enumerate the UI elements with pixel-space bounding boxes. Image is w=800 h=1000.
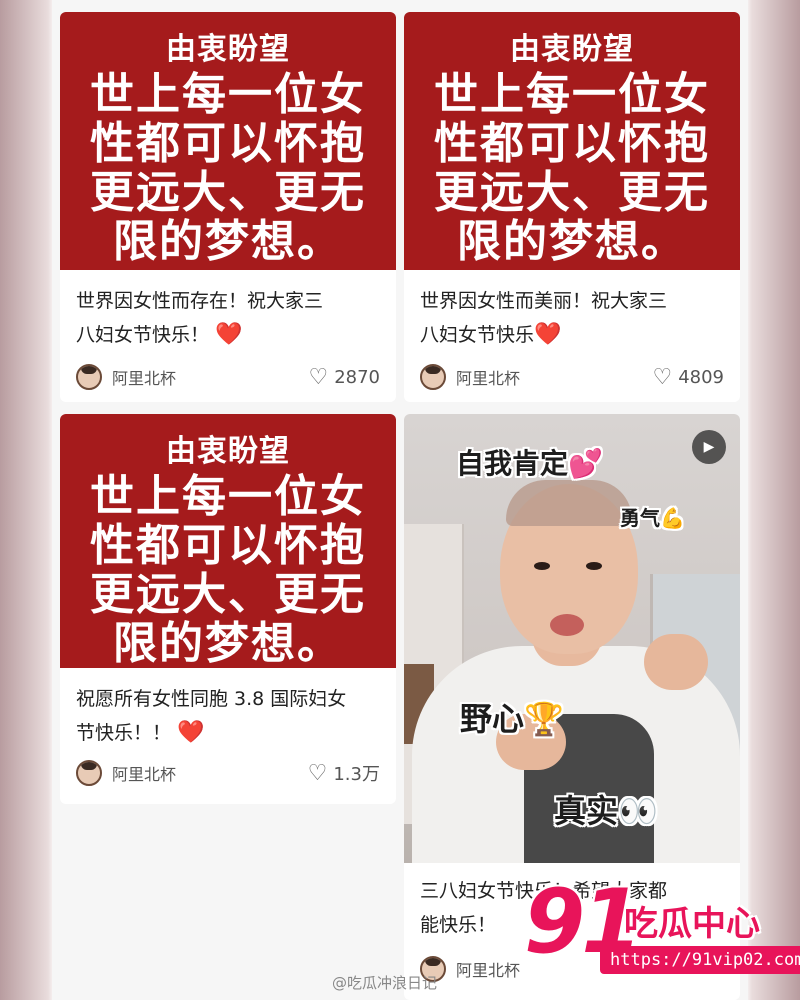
caption-line: 八妇女节快乐！ (76, 324, 210, 346)
author-name[interactable]: 阿里北杯 (112, 365, 308, 389)
note-card-1[interactable]: 由衷盼望 世上每一位女 性都可以怀抱 更远大、更无 限的梦想。 世界因女性而存在… (60, 12, 396, 402)
note-caption[interactable]: 祝愿所有女性同胞 3.8 国际妇女 节快乐！！ ❤️ (76, 682, 382, 750)
caption-line: 八妇女节快乐 (420, 324, 535, 346)
red-heart-icon: ❤️ (177, 720, 205, 745)
play-icon[interactable]: ▶ (692, 430, 726, 464)
like-button[interactable]: ♡ 1.3万 (308, 760, 380, 786)
watermark-brand: 吃瓜中心 (624, 904, 760, 944)
red-heart-icon: ❤️ (215, 322, 243, 347)
poster-subtitle: 由衷盼望 (166, 434, 290, 469)
poster-subtitle: 由衷盼望 (510, 32, 634, 67)
note-meta: 阿里北杯 ♡ 2870 (76, 362, 380, 392)
like-button[interactable]: ♡ 2870 (308, 365, 380, 390)
caption-line: 世界因女性而存在！祝大家三 (76, 290, 324, 312)
poster-line: 限的梦想。 (113, 216, 343, 267)
poster-line: 更远大、更无 (434, 167, 710, 218)
avatar[interactable] (420, 364, 446, 390)
caption-line: 世界因女性而美丽！祝大家三 (420, 290, 668, 312)
avatar[interactable] (76, 364, 102, 390)
poster-image: 由衷盼望 世上每一位女 性都可以怀抱 更远大、更无 限的梦想。 (60, 414, 396, 668)
person-mouth (550, 614, 584, 636)
poster-line: 世上每一位女 (434, 69, 710, 120)
watermark-logo: 91 吃瓜中心 https://91vip02.com (524, 874, 800, 980)
like-count: 1.3万 (333, 764, 380, 785)
poster-line: 性都可以怀抱 (434, 118, 710, 169)
poster-line: 限的梦想。 (113, 618, 343, 669)
like-count: 2870 (334, 366, 380, 388)
like-count: 4809 (678, 366, 724, 388)
person-eye (534, 562, 550, 570)
red-heart-icon: ❤️ (534, 322, 562, 347)
heart-outline-icon: ♡ (308, 364, 329, 390)
heart-outline-icon: ♡ (652, 364, 673, 390)
weibo-credit: @吃瓜冲浪日记 (332, 974, 438, 992)
note-card-2[interactable]: 由衷盼望 世上每一位女 性都可以怀抱 更远大、更无 限的梦想。 世界因女性而美丽… (404, 12, 740, 402)
poster-line: 更远大、更无 (90, 167, 366, 218)
caption-line: 祝愿所有女性同胞 3.8 国际妇女 (76, 688, 347, 710)
sticker-ambition: 野心🏆 (460, 700, 564, 738)
avatar[interactable] (76, 760, 102, 786)
note-card-3[interactable]: 由衷盼望 世上每一位女 性都可以怀抱 更远大、更无 限的梦想。 祝愿所有女性同胞… (60, 414, 396, 804)
sticker-courage: 勇气💪 (620, 506, 685, 530)
video-thumbnail[interactable]: 自我肯定💕 勇气💪 野心🏆 真实👀 ▶ (404, 414, 740, 863)
poster-line: 性都可以怀抱 (90, 118, 366, 169)
watermark-url: https://91vip02.com (600, 946, 800, 974)
caption-line: 节快乐！！ (76, 722, 172, 744)
sticker-authentic: 真实👀 (554, 792, 658, 830)
like-button[interactable]: ♡ 4809 (652, 365, 724, 390)
feed-grid: 由衷盼望 世上每一位女 性都可以怀抱 更远大、更无 限的梦想。 世界因女性而存在… (52, 0, 748, 1000)
poster-line: 性都可以怀抱 (90, 520, 366, 571)
person-eye (586, 562, 602, 570)
poster-line: 世上每一位女 (90, 471, 366, 522)
author-name[interactable]: 阿里北杯 (112, 761, 308, 785)
poster-image: 由衷盼望 世上每一位女 性都可以怀抱 更远大、更无 限的梦想。 (60, 12, 396, 270)
poster-line: 限的梦想。 (457, 216, 687, 267)
note-meta: 阿里北杯 ♡ 4809 (420, 362, 724, 392)
poster-subtitle: 由衷盼望 (166, 32, 290, 67)
poster-line: 更远大、更无 (90, 569, 366, 620)
sticker-self-affirmation: 自我肯定💕 (456, 447, 603, 480)
note-caption[interactable]: 世界因女性而美丽！祝大家三 八妇女节快乐❤️ (420, 284, 726, 352)
note-meta: 阿里北杯 ♡ 1.3万 (76, 758, 380, 788)
person-hair (506, 480, 632, 526)
heart-outline-icon: ♡ (307, 760, 328, 786)
person-hand (644, 634, 708, 690)
poster-image: 由衷盼望 世上每一位女 性都可以怀抱 更远大、更无 限的梦想。 (404, 12, 740, 270)
note-caption[interactable]: 世界因女性而存在！祝大家三 八妇女节快乐！ ❤️ (76, 284, 382, 352)
poster-line: 世上每一位女 (90, 69, 366, 120)
author-name[interactable]: 阿里北杯 (456, 365, 652, 389)
